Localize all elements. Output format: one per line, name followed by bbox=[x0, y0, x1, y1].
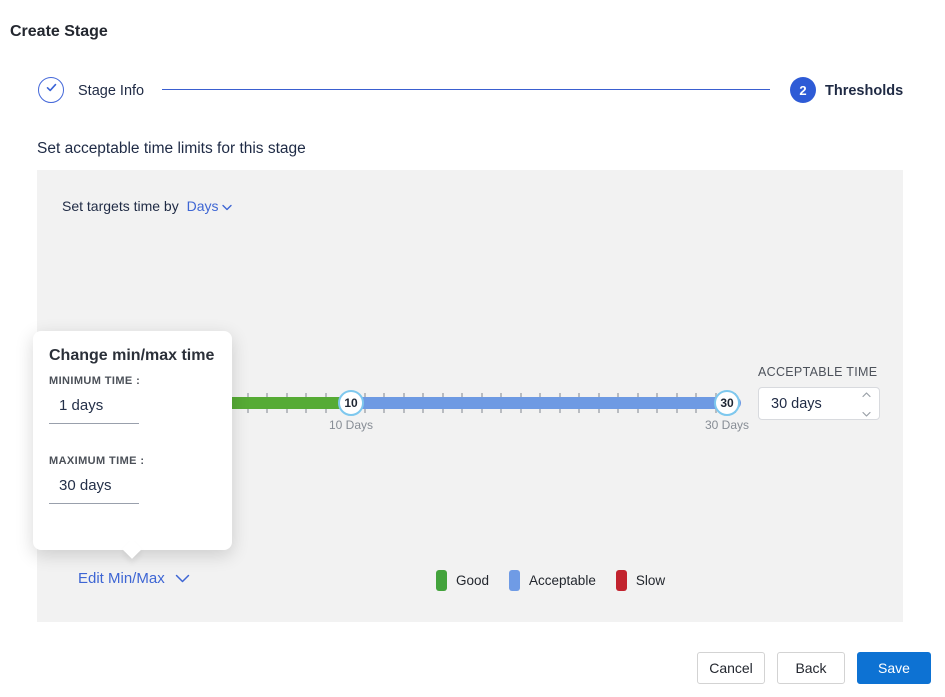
acceptable-time-value: 30 days bbox=[771, 396, 862, 412]
slider-handle-max[interactable]: 30 bbox=[714, 390, 740, 416]
back-button[interactable]: Back bbox=[777, 652, 845, 684]
minimum-time-label: MINIMUM TIME : bbox=[49, 375, 216, 387]
slider-handle-min[interactable]: 10 bbox=[338, 390, 364, 416]
step-stage-info-label: Stage Info bbox=[78, 83, 144, 99]
legend-item-acceptable: Acceptable bbox=[509, 570, 596, 591]
create-stage-dialog: Create Stage Stage Info 2 Thresholds Set… bbox=[0, 0, 945, 697]
legend-item-good: Good bbox=[436, 570, 489, 591]
legend-good-label: Good bbox=[456, 573, 489, 588]
good-swatch bbox=[436, 570, 447, 591]
slider-max-label: 30 Days bbox=[705, 418, 749, 432]
stepper-connector bbox=[162, 89, 770, 90]
maximum-time-label: MAXIMUM TIME : bbox=[49, 455, 216, 467]
step-number-circle[interactable]: 2 bbox=[790, 77, 816, 103]
cancel-button[interactable]: Cancel bbox=[697, 652, 765, 684]
acceptable-time-input[interactable]: 30 days bbox=[758, 387, 880, 420]
edit-minmax-link[interactable]: Edit Min/Max bbox=[78, 570, 190, 587]
footer-actions: Cancel Back Save bbox=[697, 652, 931, 684]
step-number: 2 bbox=[799, 83, 806, 98]
slider-segment-acceptable bbox=[351, 397, 741, 409]
legend: Good Acceptable Slow bbox=[436, 570, 665, 591]
slow-swatch bbox=[616, 570, 627, 591]
acceptable-time-label: ACCEPTABLE TIME bbox=[758, 365, 877, 379]
maximum-time-input[interactable]: 30 days bbox=[49, 470, 139, 504]
save-button[interactable]: Save bbox=[857, 652, 931, 684]
section-heading: Set acceptable time limits for this stag… bbox=[37, 140, 306, 158]
chevron-up-icon[interactable] bbox=[862, 386, 871, 402]
minimum-time-input[interactable]: 1 days bbox=[49, 390, 139, 424]
check-icon bbox=[45, 81, 58, 99]
chevron-down-icon bbox=[175, 570, 190, 587]
step-complete-circle[interactable] bbox=[38, 77, 64, 103]
chevron-down-icon[interactable] bbox=[862, 405, 871, 421]
thresholds-panel: Set targets time by Days 10 30 10 Days 3… bbox=[37, 170, 903, 622]
slider-handle-min-value: 10 bbox=[344, 396, 357, 410]
minmax-popover: Change min/max time MINIMUM TIME : 1 day… bbox=[33, 331, 232, 550]
slider-min-label: 10 Days bbox=[329, 418, 373, 432]
page-title: Create Stage bbox=[10, 23, 108, 41]
legend-acceptable-label: Acceptable bbox=[529, 573, 596, 588]
acceptable-swatch bbox=[509, 570, 520, 591]
popover-title: Change min/max time bbox=[49, 347, 216, 365]
stepper-arrows[interactable] bbox=[862, 386, 871, 421]
legend-item-slow: Slow bbox=[616, 570, 665, 591]
slider-handle-max-value: 30 bbox=[720, 396, 733, 410]
legend-slow-label: Slow bbox=[636, 573, 665, 588]
step-thresholds-label: Thresholds bbox=[825, 83, 903, 99]
stepper: Stage Info 2 Thresholds bbox=[0, 72, 945, 108]
